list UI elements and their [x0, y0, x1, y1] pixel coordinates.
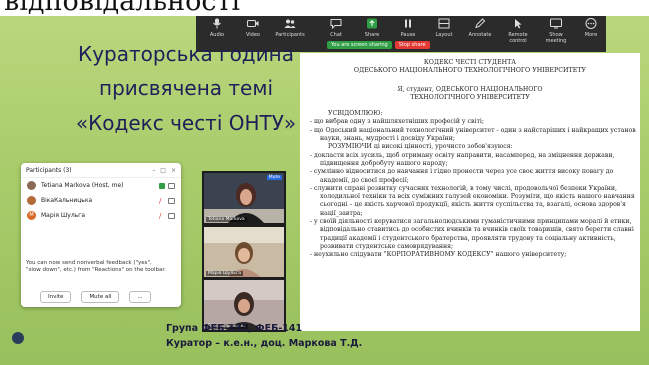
more-options-button[interactable]: ...	[129, 291, 151, 303]
group-text: Група ФЕБ-131, ФЕБ-141	[166, 323, 303, 334]
slide-title-line-1: Кураторська година	[78, 42, 294, 66]
slide-title-line-2: присвячена темі	[99, 76, 273, 100]
annotate-icon	[474, 18, 486, 29]
curator-text: Куратор – к.е.н., доц. Маркова Т.Д.	[166, 338, 363, 349]
avatar	[27, 181, 36, 190]
top-text: відповідальності.	[4, 0, 240, 17]
mute-all-button[interactable]: Mute all	[81, 291, 120, 303]
layout-icon	[438, 18, 450, 29]
annotate-label: Annotate	[468, 32, 492, 38]
participants-actions: Invite Mute all ...	[40, 291, 151, 303]
mic-muted-icon[interactable]: /	[159, 212, 165, 219]
doc-item: - що вибрав одну з найшляхетніших профес…	[310, 118, 484, 126]
participant-row[interactable]: М Марія Шульга /	[21, 208, 181, 223]
video-tile[interactable]: Марія Шульга	[204, 227, 284, 277]
doc-subtitle: ОДЕСЬКОГО НАЦІОНАЛЬНОГО ТЕХНОЛОГІЧНОГО У…	[353, 67, 587, 75]
layout-label: Layout	[435, 32, 453, 38]
doc-item: - що Одеський національний технологічний…	[310, 126, 636, 143]
participant-name: Tetiana Markova (Host, me)	[41, 182, 124, 189]
mute-badge[interactable]: Mute	[266, 175, 282, 180]
video-button[interactable]: Video	[236, 18, 270, 38]
participant-row[interactable]: ВікаКальницька /	[21, 193, 181, 208]
chat-label: Chat	[330, 32, 342, 38]
camera-icon[interactable]	[168, 182, 175, 189]
maximize-icon[interactable]: □	[160, 167, 166, 174]
pause-button[interactable]: Pause	[391, 18, 425, 38]
participants-title: Participants (3)	[26, 166, 72, 174]
participant-name: ВікаКальницька	[41, 197, 93, 204]
people-icon	[284, 18, 296, 29]
doc-intro-line-1: Я, студент, ОДЕСЬКОГО НАЦІОНАЛЬНОГО	[397, 85, 543, 93]
doc-intro-line-2: ТЕХНОЛОГІЧНОГО УНІВЕРСИТЕТУ	[410, 93, 530, 101]
participants-panel: Participants (3) – □ × Tetiana Markova (…	[21, 163, 181, 307]
minimize-icon[interactable]: –	[152, 167, 155, 174]
chat-button[interactable]: Chat	[319, 18, 353, 38]
share-icon	[366, 18, 378, 29]
audio-button[interactable]: Audio	[200, 18, 234, 38]
doc-item: - служити справі розвитку сучасних техно…	[310, 184, 635, 217]
participant-name: Марія Шульга	[41, 212, 86, 219]
video-tile[interactable]: Mute Tetiana Markova	[204, 173, 284, 223]
share-label: Share	[364, 32, 380, 38]
mic-muted-icon[interactable]: /	[159, 197, 165, 204]
participant-row[interactable]: Tetiana Markova (Host, me)	[21, 178, 181, 193]
participants-button[interactable]: Participants	[273, 18, 307, 38]
stop-share-button[interactable]: Stop share	[394, 41, 430, 49]
doc-item: - сумлінно відноситися до навчання і гід…	[310, 168, 614, 184]
participant-video	[204, 227, 284, 277]
video-label: Video	[245, 32, 260, 38]
slide-title-line-3: «Кодекс честі ОНТУ»	[75, 111, 297, 135]
pause-label: Pause	[400, 32, 416, 38]
more-button[interactable]: More	[574, 18, 608, 38]
pause-icon	[402, 18, 414, 29]
shared-slide: Audio Video Participants Chat Share Paus…	[0, 16, 649, 365]
camera-icon	[247, 18, 259, 29]
participants-header: Participants (3) – □ ×	[21, 163, 181, 178]
mic-icon	[211, 18, 223, 29]
remote-control-label: Remote control	[508, 32, 528, 44]
avatar: М	[27, 211, 36, 220]
sharing-status-bar: You are screen sharing Stop share	[327, 41, 430, 49]
video-strip: Mute Tetiana Markova Марія Шульга ВікаКа…	[202, 171, 286, 332]
invite-button[interactable]: Invite	[40, 291, 72, 303]
remote-control-button[interactable]: Remote control	[501, 18, 535, 44]
show-meeting-label: Show meeting	[545, 32, 567, 44]
show-meeting-button[interactable]: Show meeting	[539, 18, 573, 44]
camera-icon[interactable]	[168, 197, 175, 204]
doc-rozumiyuchy: РОЗУМІЮЧИ ці високі цінності, урочисто з…	[328, 143, 513, 151]
app-tray-icon[interactable]	[12, 332, 24, 344]
doc-title: КОДЕКС ЧЕСТІ СТУДЕНТА	[423, 59, 517, 66]
share-button[interactable]: Share	[355, 18, 389, 38]
layout-button[interactable]: Layout	[427, 18, 461, 38]
more-label: More	[584, 32, 598, 38]
remote-control-icon	[512, 18, 524, 29]
audio-label: Audio	[209, 32, 225, 38]
annotate-button[interactable]: Annotate	[463, 18, 497, 38]
video-label: Tetiana Markova	[206, 217, 247, 222]
show-meeting-icon	[550, 18, 562, 29]
mic-icon[interactable]	[159, 182, 165, 189]
more-icon	[585, 18, 597, 29]
close-icon[interactable]: ×	[171, 167, 176, 174]
video-label: Марія Шульга	[206, 271, 244, 276]
doc-usvidomlyuyu: УСВІДОМЛЮЮ:	[328, 110, 383, 118]
shared-document: КОДЕКС ЧЕСТІ СТУДЕНТА ОДЕСЬКОГО НАЦІОНАЛ…	[300, 53, 640, 331]
doc-item: - неухильно слідувати "КОРПОРАТИВНОМУ КО…	[310, 251, 567, 259]
avatar	[27, 196, 36, 205]
camera-icon[interactable]	[168, 212, 175, 219]
doc-item: - докласти всіх зусиль, щоб отриману осв…	[310, 151, 615, 167]
doc-item: - у своїй діяльності керуватися загально…	[310, 218, 634, 250]
reactions-note: You can now send nonverbal feedback ("ye…	[26, 260, 166, 273]
participant-video	[204, 173, 284, 223]
chat-icon	[330, 18, 342, 30]
sharing-status: You are screen sharing	[327, 41, 392, 49]
participants-label: Participants	[275, 32, 305, 38]
